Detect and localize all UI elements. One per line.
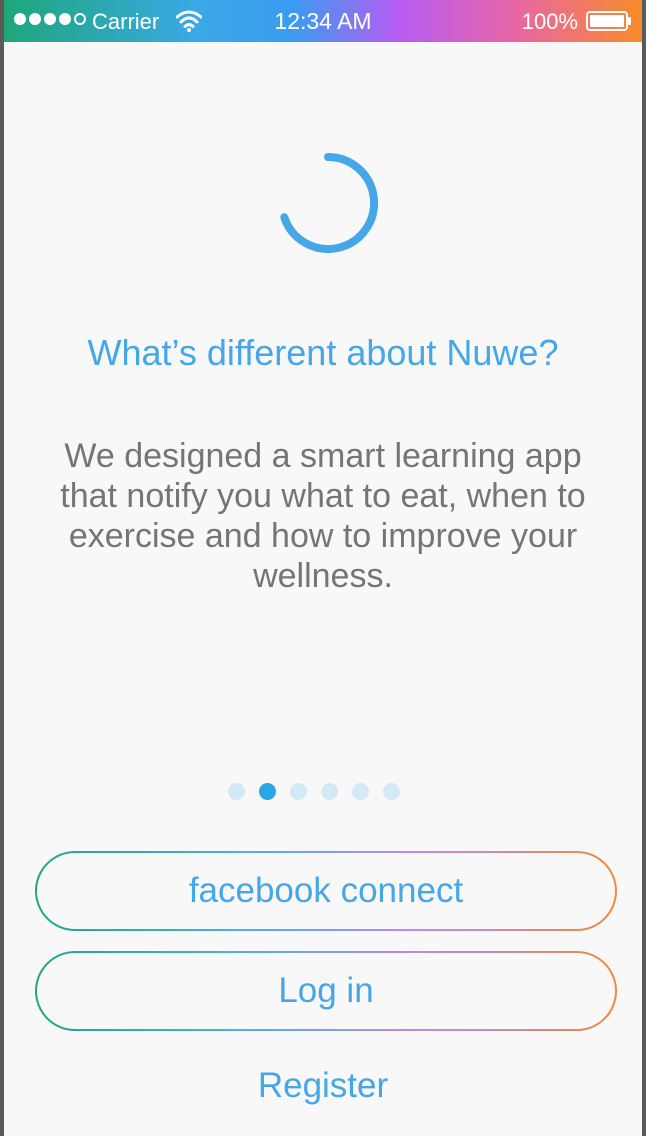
page-dot[interactable] [383, 783, 400, 800]
status-bar: Carrier 12:34 AM 100% [4, 0, 642, 42]
battery-percentage: 100% [521, 9, 578, 34]
login-button[interactable]: Log in [35, 951, 617, 1031]
progress-ring-icon [280, 153, 379, 253]
page-dot[interactable] [290, 783, 307, 800]
app-screen: Carrier 12:34 AM 100% What’s different a… [0, 0, 646, 1136]
battery-icon [586, 11, 631, 31]
page-dot[interactable] [352, 783, 369, 800]
login-label: Log in [37, 953, 615, 1029]
onboarding-title: What’s different about Nuwe? [87, 332, 559, 373]
page-dot[interactable] [321, 783, 338, 800]
page-indicator[interactable] [4, 783, 642, 800]
facebook-connect-label: facebook connect [37, 853, 615, 929]
page-dot-active[interactable] [259, 783, 276, 800]
onboarding-description: We designed a smart learning app that no… [60, 437, 586, 595]
page-dot[interactable] [228, 783, 245, 800]
facebook-connect-button[interactable]: facebook connect [35, 851, 617, 931]
register-link[interactable]: Register [4, 1066, 642, 1106]
